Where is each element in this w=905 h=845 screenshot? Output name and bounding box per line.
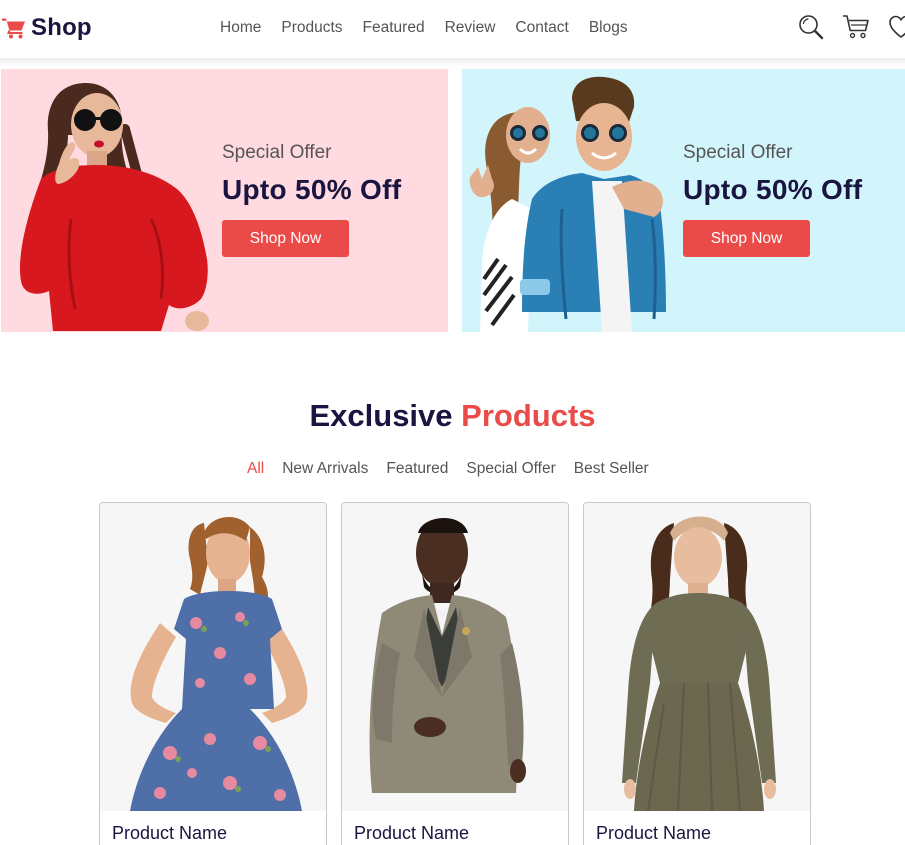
banner-text-group: Special Offer Upto 50% Off Shop Now: [222, 142, 401, 257]
promo-banner-couple: Special Offer Upto 50% Off Shop Now: [462, 69, 905, 332]
section-title: Exclusive Products: [0, 398, 905, 434]
site-header: Shop Home Products Featured Review Conta…: [0, 0, 905, 58]
product-image: [342, 503, 568, 811]
product-name: Product Name: [354, 823, 470, 843]
search-icon[interactable]: [798, 14, 824, 40]
product-image: [584, 503, 810, 811]
filter-best-seller[interactable]: Best Seller: [574, 460, 649, 478]
filter-featured[interactable]: Featured: [386, 460, 448, 478]
heart-icon[interactable]: [888, 14, 905, 40]
banner-couple-image: [469, 76, 666, 332]
main-nav: Home Products Featured Review Contact Bl…: [220, 18, 648, 38]
nav-featured[interactable]: Featured: [363, 18, 425, 38]
product-name: Product Name: [596, 823, 712, 843]
nav-blogs[interactable]: Blogs: [589, 18, 628, 38]
shop-now-button[interactable]: Shop Now: [222, 220, 349, 257]
cart-icon[interactable]: [842, 14, 870, 40]
section-title-accent: Products: [461, 398, 596, 433]
header-actions: [798, 14, 905, 40]
filter-new-arrivals[interactable]: New Arrivals: [282, 460, 368, 478]
nav-home[interactable]: Home: [220, 18, 261, 38]
filter-special-offer[interactable]: Special Offer: [466, 460, 555, 478]
brand-logo[interactable]: Shop: [2, 14, 92, 42]
banner-model-image: [19, 83, 209, 331]
product-card[interactable]: Product Name: [99, 502, 327, 845]
product-card[interactable]: Product Name: [341, 502, 569, 845]
banner-text-group: Special Offer Upto 50% Off Shop Now: [683, 142, 862, 257]
product-image: [100, 503, 326, 811]
banner-subtitle: Special Offer: [222, 142, 332, 163]
product-filter-tabs: All New Arrivals Featured Special Offer …: [247, 460, 667, 478]
banner-subtitle: Special Offer: [683, 142, 793, 163]
product-name: Product Name: [112, 823, 228, 843]
promo-banner-women: Special Offer Upto 50% Off Shop Now: [1, 69, 448, 332]
section-title-main: Exclusive: [309, 398, 453, 433]
banner-title: Upto 50% Off: [222, 174, 402, 205]
nav-products[interactable]: Products: [281, 18, 342, 38]
header-divider: [0, 58, 905, 66]
product-card[interactable]: Product Name: [583, 502, 811, 845]
shop-now-button[interactable]: Shop Now: [683, 220, 810, 257]
cart-icon: [2, 18, 25, 39]
nav-review[interactable]: Review: [445, 18, 496, 38]
banner-title: Upto 50% Off: [683, 174, 863, 205]
nav-contact[interactable]: Contact: [515, 18, 568, 38]
brand-name: Shop: [31, 14, 92, 41]
filter-all[interactable]: All: [247, 460, 264, 478]
